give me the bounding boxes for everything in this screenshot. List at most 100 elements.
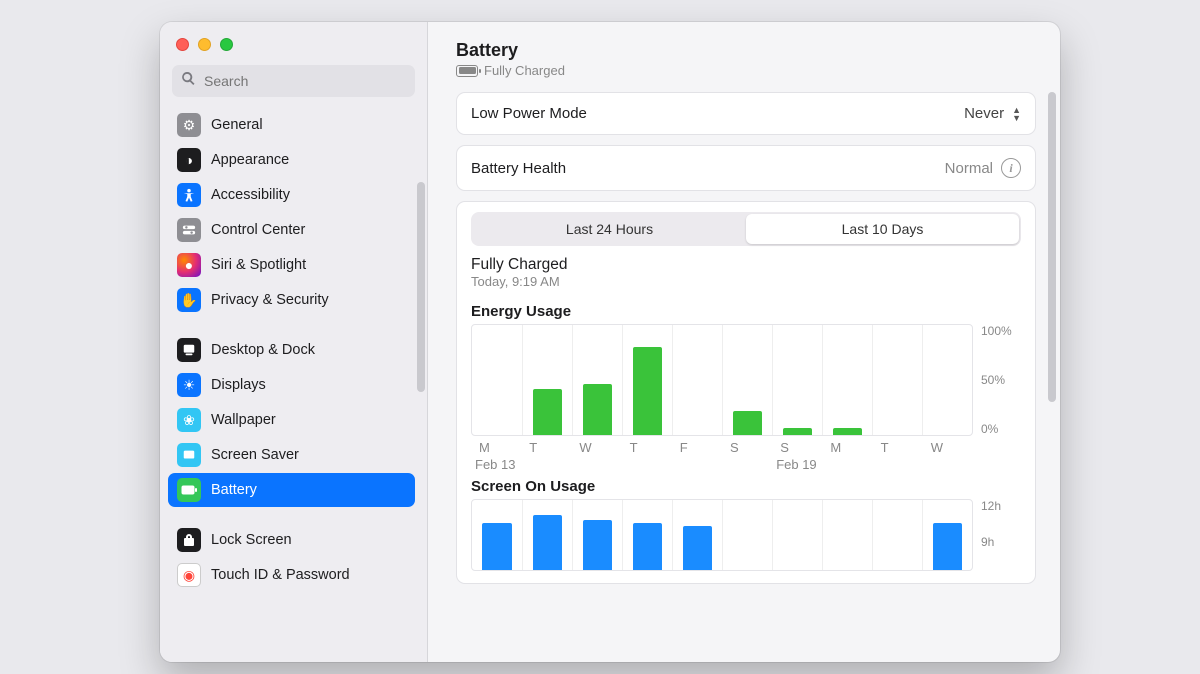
- time-range-segmented: Last 24 Hours Last 10 Days: [471, 212, 1021, 246]
- search-icon: [181, 71, 196, 91]
- window-controls: [160, 22, 427, 65]
- charge-status: Fully Charged: [484, 63, 565, 78]
- ytick: 0%: [981, 422, 1021, 436]
- sidebar-item-label: Control Center: [211, 222, 305, 238]
- brightness-icon: ☀︎: [177, 373, 201, 397]
- sidebar-item-privacy-security[interactable]: ✋ Privacy & Security: [168, 283, 415, 317]
- usage-card: Last 24 Hours Last 10 Days Fully Charged…: [456, 201, 1036, 584]
- page-title: Battery: [456, 40, 1036, 61]
- hand-icon: ✋: [177, 288, 201, 312]
- stepper-icon: ▲▼: [1012, 106, 1021, 122]
- sidebar-item-desktop-dock[interactable]: Desktop & Dock: [168, 333, 415, 367]
- sidebar-item-displays[interactable]: ☀︎ Displays: [168, 368, 415, 402]
- x-tick: T: [521, 440, 571, 455]
- sidebar-item-screen-saver[interactable]: Screen Saver: [168, 438, 415, 472]
- sidebar-item-siri-spotlight[interactable]: ● Siri & Spotlight: [168, 248, 415, 282]
- sidebar-item-control-center[interactable]: Control Center: [168, 213, 415, 247]
- chart-bar: [522, 325, 572, 435]
- sidebar-item-label: Screen Saver: [211, 447, 299, 463]
- last-charged-title: Fully Charged: [471, 256, 1021, 274]
- chart-bar: [772, 325, 822, 435]
- gear-icon: ⚙︎: [177, 113, 201, 137]
- battery-health-row: Battery Health Normal i: [456, 145, 1036, 191]
- dock-icon: [177, 338, 201, 362]
- screen-on-title: Screen On Usage: [471, 478, 1021, 495]
- lock-icon: [177, 528, 201, 552]
- chart-bar: [622, 325, 672, 435]
- chart-bar: [872, 325, 922, 435]
- battery-full-icon: [456, 65, 478, 77]
- sidebar: ⚙︎ General ◑ Appearance Accessibility: [160, 22, 428, 662]
- content-scrollbar[interactable]: [1048, 92, 1056, 402]
- ytick: 50%: [981, 373, 1021, 387]
- sidebar-item-label: Displays: [211, 377, 266, 393]
- x-tick: T: [622, 440, 672, 455]
- x-tick: M: [822, 440, 872, 455]
- sidebar-item-appearance[interactable]: ◑ Appearance: [168, 143, 415, 177]
- search-field[interactable]: [172, 65, 415, 97]
- x-tick: S: [722, 440, 772, 455]
- chart-bar: [922, 500, 972, 570]
- close-window-button[interactable]: [176, 38, 189, 51]
- sidebar-item-label: General: [211, 117, 263, 133]
- chart-bar: [772, 500, 822, 570]
- chart-bar: [522, 500, 572, 570]
- screensaver-icon: [177, 443, 201, 467]
- sidebar-item-label: Privacy & Security: [211, 292, 329, 308]
- sidebar-item-label: Lock Screen: [211, 532, 292, 548]
- battery-icon: [177, 478, 201, 502]
- chart-bar: [822, 500, 872, 570]
- siri-icon: ●: [177, 253, 201, 277]
- energy-usage-chart: 100% 50% 0%: [471, 324, 1021, 436]
- x-tick: S: [772, 440, 822, 455]
- sidebar-item-label: Wallpaper: [211, 412, 276, 428]
- x-tick: W: [923, 440, 973, 455]
- chart-bar: [572, 500, 622, 570]
- zoom-window-button[interactable]: [220, 38, 233, 51]
- tab-last-24h[interactable]: Last 24 Hours: [473, 214, 746, 244]
- energy-x-dates: Feb 13 Feb 19: [471, 457, 1021, 472]
- info-button[interactable]: i: [1001, 158, 1021, 178]
- sidebar-item-wallpaper[interactable]: ❀ Wallpaper: [168, 403, 415, 437]
- accessibility-icon: [177, 183, 201, 207]
- search-input[interactable]: [202, 72, 406, 90]
- sidebar-item-lock-screen[interactable]: Lock Screen: [168, 523, 415, 557]
- system-settings-window: ⚙︎ General ◑ Appearance Accessibility: [160, 22, 1060, 662]
- sidebar-item-label: Siri & Spotlight: [211, 257, 306, 273]
- chart-bar: [572, 325, 622, 435]
- sidebar-item-label: Appearance: [211, 152, 289, 168]
- x-tick: F: [672, 440, 722, 455]
- sidebar-item-battery[interactable]: Battery: [168, 473, 415, 507]
- content-area: Battery Fully Charged Low Power Mode Nev…: [428, 22, 1060, 662]
- chart-bar: [622, 500, 672, 570]
- screen-on-chart: 12h 9h: [471, 499, 1021, 571]
- sidebar-item-label: Accessibility: [211, 187, 290, 203]
- x-tick: M: [471, 440, 521, 455]
- chart-bar: [472, 500, 522, 570]
- battery-health-value: Normal: [945, 160, 993, 177]
- sidebar-item-touchid-password[interactable]: ◉ Touch ID & Password: [168, 558, 415, 592]
- fingerprint-icon: ◉: [177, 563, 201, 587]
- low-power-mode-label: Low Power Mode: [471, 105, 587, 122]
- appearance-icon: ◑: [177, 148, 201, 172]
- sidebar-scrollbar[interactable]: [417, 182, 425, 392]
- chart-bar: [822, 325, 872, 435]
- switches-icon: [177, 218, 201, 242]
- minimize-window-button[interactable]: [198, 38, 211, 51]
- chart-bar: [472, 325, 522, 435]
- sidebar-item-label: Touch ID & Password: [211, 567, 350, 583]
- tab-last-10d[interactable]: Last 10 Days: [746, 214, 1019, 244]
- low-power-mode-row[interactable]: Low Power Mode Never ▲▼: [456, 92, 1036, 135]
- flower-icon: ❀: [177, 408, 201, 432]
- sidebar-item-label: Battery: [211, 482, 257, 498]
- ytick: 12h: [981, 499, 1021, 513]
- sidebar-item-accessibility[interactable]: Accessibility: [168, 178, 415, 212]
- energy-usage-title: Energy Usage: [471, 303, 1021, 320]
- ytick: 100%: [981, 324, 1021, 338]
- low-power-mode-value: Never: [964, 105, 1004, 122]
- chart-bar: [672, 325, 722, 435]
- x-tick: T: [873, 440, 923, 455]
- sidebar-item-general[interactable]: ⚙︎ General: [168, 108, 415, 142]
- chart-bar: [722, 325, 772, 435]
- chart-bar: [872, 500, 922, 570]
